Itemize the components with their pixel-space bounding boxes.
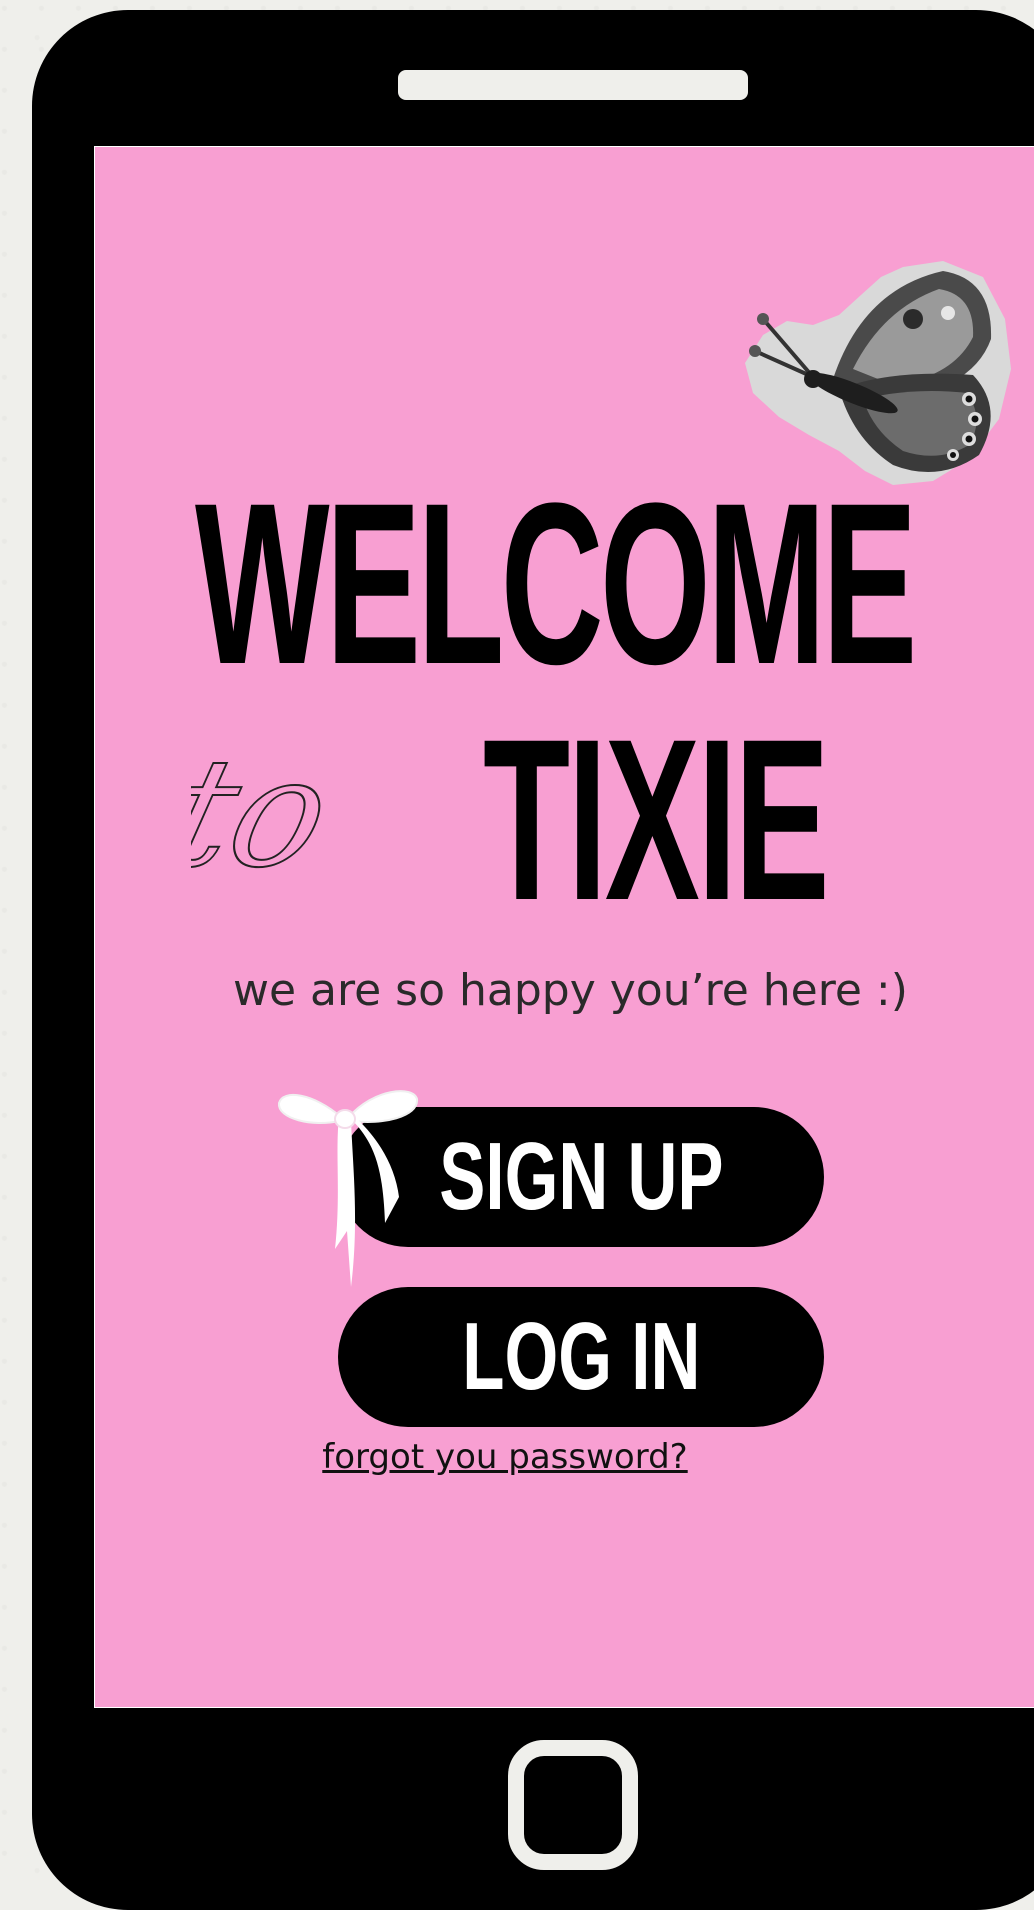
brand-heading: TIXIE <box>483 691 830 948</box>
tagline-text: we are so happy you’re here :) <box>233 965 908 1016</box>
sign-up-button[interactable]: SIGN UP <box>338 1107 824 1247</box>
welcome-heading: WELCOME <box>195 455 917 712</box>
svg-text:to: to <box>191 726 347 900</box>
sign-up-label: SIGN UP <box>438 1123 724 1230</box>
home-button-icon[interactable] <box>508 1740 638 1870</box>
app-screen: WELCOME to TIXIE we are so happy you’re … <box>94 146 1034 1708</box>
log-in-button[interactable]: LOG IN <box>338 1287 824 1427</box>
script-to-text: to <box>191 725 348 901</box>
phone-speaker <box>398 70 748 100</box>
phone-frame: WELCOME to TIXIE we are so happy you’re … <box>32 10 1034 1910</box>
log-in-label: LOG IN <box>461 1303 701 1410</box>
forgot-password-link[interactable]: forgot you password? <box>95 1437 915 1477</box>
